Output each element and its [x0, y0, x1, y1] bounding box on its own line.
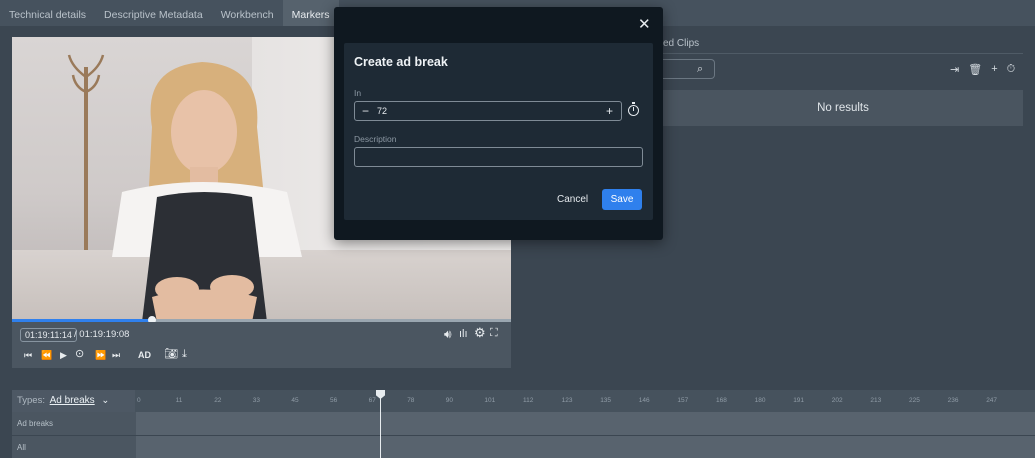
- minus-icon[interactable]: −: [362, 103, 369, 119]
- timeline-track[interactable]: [136, 436, 1035, 458]
- player-controls: 01:19:11:14 / 01:19:19:08 🔊︎ ılı ⚙ ⛶ ⏮ ⏪…: [12, 322, 511, 368]
- cancel-button[interactable]: Cancel: [557, 194, 588, 205]
- timeline-tick-label: 191: [793, 397, 805, 404]
- add-icon[interactable]: +: [991, 63, 997, 76]
- timeline-tick-label: 22: [214, 397, 222, 404]
- step-forward-icon[interactable]: ⏩: [95, 349, 106, 361]
- timeline-tick-label: 225: [909, 397, 920, 404]
- fullscreen-icon[interactable]: ⛶: [490, 327, 498, 339]
- timeline-tick-label: 101: [484, 397, 496, 404]
- timeline-row-ad-breaks: Ad breaks: [12, 412, 1035, 435]
- timeline-tick-label: 67: [368, 397, 376, 404]
- timeline-tick-label: 213: [870, 397, 882, 404]
- timeline-header: Types: Ad breaks ⌄ 0 11 22 33 45 56 67 78 90 101 1…: [12, 390, 1035, 412]
- timeline-playhead[interactable]: [380, 392, 381, 458]
- timeline-row-label: Ad breaks: [12, 412, 135, 435]
- skip-to-start-icon[interactable]: ⏮: [24, 349, 32, 361]
- trash-icon[interactable]: 🗑︎: [968, 63, 982, 76]
- no-results-message: No results: [663, 90, 1023, 126]
- play-loop-icon[interactable]: ⊙: [75, 348, 84, 360]
- duration-value: 01:19:19:08: [79, 329, 130, 340]
- timeline-tick-label: 78: [407, 397, 415, 404]
- timeline-tick-label: 90: [445, 397, 454, 404]
- timeline-tick-label: 247: [986, 397, 998, 404]
- play-icon[interactable]: ▶: [60, 349, 67, 361]
- timecode-separator: /: [74, 329, 77, 340]
- timeline-track[interactable]: [136, 412, 1035, 435]
- step-back-icon[interactable]: ⏪: [41, 349, 52, 361]
- download-icon[interactable]: ⤓: [182, 348, 187, 360]
- timeline-tick-label: 11: [175, 397, 183, 404]
- volume-icon[interactable]: 🔊︎: [444, 328, 452, 340]
- duration-timecode: / 01:19:19:08: [74, 328, 129, 342]
- import-icon[interactable]: ⇥: [950, 63, 959, 76]
- in-value[interactable]: 72: [377, 102, 387, 120]
- save-button[interactable]: Save: [602, 189, 642, 210]
- tab-descriptive-metadata[interactable]: Descriptive Metadata: [95, 0, 212, 26]
- skip-to-end-icon[interactable]: ⏭: [112, 349, 120, 361]
- description-label: Description: [354, 134, 397, 144]
- timeline-tick-label: 202: [831, 397, 843, 404]
- tab-markers[interactable]: Markers: [282, 0, 339, 26]
- stopwatch-icon[interactable]: [628, 102, 639, 116]
- timeline-types-filter[interactable]: Types: Ad breaks ⌄: [12, 390, 135, 412]
- types-label: Types:: [17, 395, 45, 406]
- timeline-tick-label: 168: [716, 397, 727, 404]
- create-ad-break-dialog: ✕ Create ad break In − 72 + Description …: [334, 7, 663, 240]
- timeline-row-all: All: [12, 436, 1035, 458]
- timeline-tick-label: 33: [252, 397, 261, 404]
- clips-toolbar: ⇥ 🗑︎ + ⏱︎: [950, 63, 1015, 76]
- timeline-tick-label: 157: [677, 397, 689, 404]
- stopwatch-icon[interactable]: ⏱︎: [1007, 63, 1016, 76]
- plus-icon[interactable]: +: [606, 103, 613, 119]
- search-icon[interactable]: ⌕: [697, 63, 703, 76]
- dialog-card: Create ad break In − 72 + Description Ca…: [344, 43, 653, 220]
- timeline-tick-label: 146: [638, 397, 650, 404]
- timeline-tick-label: 56: [330, 397, 338, 404]
- close-icon[interactable]: ✕: [638, 17, 651, 32]
- audio-description-button[interactable]: AD: [138, 349, 151, 361]
- timeline-tick-label: 236: [947, 397, 959, 404]
- tab-workbench[interactable]: Workbench: [212, 0, 283, 26]
- timeline-tick-label: 135: [600, 397, 612, 404]
- tab-technical-details[interactable]: Technical details: [0, 0, 95, 26]
- timeline-tick-label: 180: [754, 397, 766, 404]
- tab-clips[interactable]: ed Clips: [663, 38, 699, 49]
- timeline-tick-label: 123: [561, 397, 573, 404]
- gear-icon[interactable]: ⚙: [474, 326, 486, 339]
- timeline-tick-label: 112: [523, 397, 534, 404]
- right-panel-divider: [663, 53, 1023, 54]
- dialog-title: Create ad break: [354, 55, 448, 69]
- types-select[interactable]: Ad breaks: [50, 395, 95, 406]
- camera-icon[interactable]: 📷︎: [164, 348, 178, 360]
- clips-search-input[interactable]: ⌕: [663, 59, 715, 79]
- current-timecode[interactable]: 01:19:11:14: [20, 328, 77, 342]
- audio-waveform-icon[interactable]: ılı: [459, 328, 468, 340]
- video-person-image: [112, 62, 302, 320]
- timeline-tick-label: 0: [137, 397, 141, 404]
- in-stepper[interactable]: − 72 +: [354, 101, 622, 121]
- timeline-row-label: All: [12, 436, 135, 458]
- chevron-down-icon[interactable]: ⌄: [101, 395, 109, 406]
- description-input[interactable]: [354, 147, 643, 167]
- in-label: In: [354, 88, 362, 98]
- timeline-tick-label: 45: [291, 397, 299, 404]
